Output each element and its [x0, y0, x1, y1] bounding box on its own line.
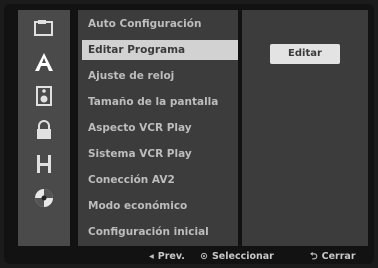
enter-button-icon: ⊙	[200, 251, 208, 262]
editar-button[interactable]: Editar	[270, 44, 340, 64]
menu-item-sistema-vcr-play[interactable]: Sistema VCR Play	[82, 144, 238, 164]
menu-item-modo-economico[interactable]: Modo económico	[82, 196, 238, 216]
menu-item-configuracion-inicial[interactable]: Configuración inicial	[82, 222, 238, 242]
setup-bracket-icon[interactable]	[30, 154, 58, 174]
select-hint: ⊙ Seleccionar	[200, 250, 274, 264]
close-label: Cerrar	[321, 251, 356, 262]
disc-folder-icon[interactable]	[30, 18, 58, 38]
menu-item-ajuste-de-reloj[interactable]: Ajuste de reloj	[82, 66, 238, 86]
menu-item-auto-configuracion[interactable]: Auto Configuración	[82, 14, 238, 34]
setup-menu-screen: Auto Configuración Editar Programa Ajust…	[4, 4, 374, 264]
settings-menu-list: Auto Configuración Editar Programa Ajust…	[78, 10, 238, 246]
speaker-icon[interactable]	[30, 86, 58, 106]
disc-icon[interactable]	[30, 188, 58, 208]
prev-hint: ◂ Prev.	[149, 250, 185, 264]
left-arrow-icon: ◂	[149, 251, 154, 262]
prev-label: Prev.	[157, 251, 185, 262]
category-sidebar	[18, 10, 70, 246]
menu-item-aspecto-vcr-play[interactable]: Aspecto VCR Play	[82, 118, 238, 138]
close-hint: ⮌ Cerrar	[310, 250, 356, 264]
letter-a-icon[interactable]	[30, 52, 58, 72]
return-icon: ⮌	[310, 251, 318, 262]
option-panel: Editar	[242, 10, 368, 246]
footer-hints: ◂ Prev. ⊙ Seleccionar ⮌ Cerrar	[4, 250, 374, 264]
menu-item-tamano-pantalla[interactable]: Tamaño de la pantalla	[82, 92, 238, 112]
select-label: Seleccionar	[211, 251, 274, 262]
lock-icon[interactable]	[30, 120, 58, 140]
menu-item-editar-programa[interactable]: Editar Programa	[82, 40, 238, 60]
menu-item-conexion-av2[interactable]: Conección AV2	[82, 170, 238, 190]
